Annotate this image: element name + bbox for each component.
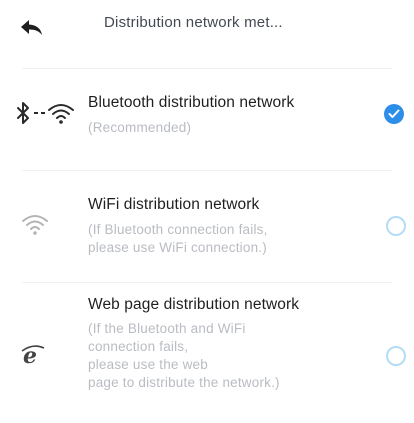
web-browser-icon: e (20, 342, 46, 368)
option-wifi[interactable]: WiFi distribution network (If Bluetooth … (0, 186, 414, 274)
option-description: (Recommended) (88, 120, 192, 135)
option-bluetooth[interactable]: Bluetooth distribution network (Recommen… (0, 82, 414, 148)
page-title: Distribution network met... (104, 14, 283, 31)
radio-unselected[interactable] (386, 346, 406, 366)
screen: Distribution network met... Bluetooth di… (0, 0, 414, 423)
check-icon (388, 109, 400, 118)
wifi-icon (20, 212, 50, 238)
option-description: (If Bluetooth connection fails, please u… (88, 222, 268, 255)
option-title: Web page distribution network (88, 296, 300, 313)
divider (22, 282, 392, 283)
back-button[interactable] (14, 14, 50, 42)
bluetooth-wifi-icon (12, 98, 78, 128)
back-arrow-icon (21, 20, 42, 35)
radio-selected[interactable] (384, 104, 404, 124)
option-title: Bluetooth distribution network (88, 94, 295, 111)
option-web-page[interactable]: e Web page distribution network (If the … (0, 290, 414, 415)
option-description: (If the Bluetooth and WiFi connection fa… (88, 321, 280, 390)
header: Distribution network met... (0, 0, 414, 58)
radio-unselected[interactable] (386, 216, 406, 236)
option-title: WiFi distribution network (88, 196, 260, 213)
divider (22, 170, 392, 171)
divider (22, 68, 392, 69)
